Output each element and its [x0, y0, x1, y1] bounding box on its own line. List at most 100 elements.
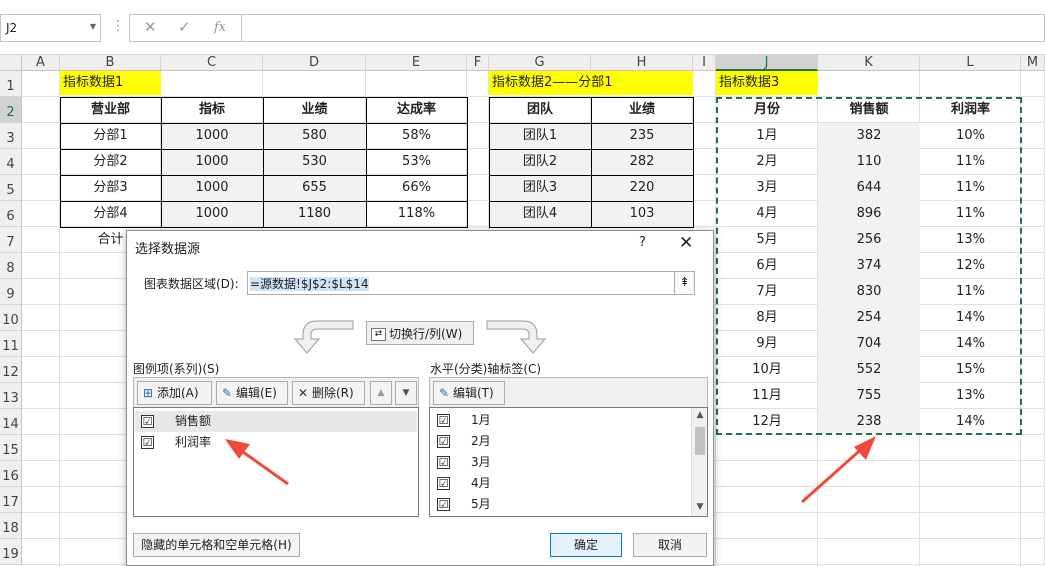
series-item-sales[interactable]: ☑ 销售额: [135, 411, 417, 432]
cell[interactable]: 12月: [716, 409, 818, 435]
edit-axis-labels-button[interactable]: ✎ 编辑(T): [433, 381, 505, 405]
cell[interactable]: 6月: [716, 253, 818, 279]
row-header[interactable]: 6: [0, 201, 22, 227]
column-header[interactable]: I: [693, 55, 716, 71]
cell[interactable]: 13%: [920, 383, 1021, 409]
axis-label-item[interactable]: ☑ 2月: [431, 431, 689, 452]
axis-label-item[interactable]: ☑ 1月: [431, 410, 689, 431]
cell[interactable]: 1180: [263, 201, 366, 227]
row-header[interactable]: 8: [0, 253, 22, 279]
cell[interactable]: 254: [818, 305, 920, 331]
switch-row-column-button[interactable]: ⇄ 切换行/列(W): [366, 321, 474, 345]
column-header[interactable]: A: [22, 55, 60, 71]
axis-label-checkbox[interactable]: ☑: [437, 477, 450, 490]
series-checkbox[interactable]: ☑: [141, 415, 154, 428]
cell[interactable]: 12%: [920, 253, 1021, 279]
cell[interactable]: 580: [263, 123, 366, 149]
scroll-thumb[interactable]: [695, 427, 705, 455]
collapse-dialog-icon[interactable]: ⇞: [674, 272, 694, 294]
cell[interactable]: 3月: [716, 175, 818, 201]
cell[interactable]: 220: [591, 175, 693, 201]
cell[interactable]: 月份: [716, 97, 818, 123]
row-header[interactable]: 9: [0, 279, 22, 305]
row-header[interactable]: 14: [0, 409, 22, 435]
cell[interactable]: 指标数据1: [60, 71, 161, 95]
row-header[interactable]: 7: [0, 227, 22, 253]
column-header[interactable]: M: [1021, 55, 1045, 71]
cell[interactable]: 830: [818, 279, 920, 305]
cell[interactable]: 9月: [716, 331, 818, 357]
cell[interactable]: 8月: [716, 305, 818, 331]
cell[interactable]: 达成率: [366, 97, 467, 123]
cell[interactable]: 指标数据3: [716, 71, 818, 95]
cell[interactable]: 11%: [920, 175, 1021, 201]
column-header[interactable]: J: [716, 55, 818, 71]
column-header[interactable]: C: [161, 55, 263, 71]
row-header[interactable]: 18: [0, 513, 22, 539]
column-header[interactable]: H: [591, 55, 693, 71]
cell[interactable]: 896: [818, 201, 920, 227]
cell[interactable]: 66%: [366, 175, 467, 201]
cell[interactable]: 分部2: [60, 149, 161, 175]
cell[interactable]: 团队1: [489, 123, 591, 149]
cell[interactable]: 团队4: [489, 201, 591, 227]
column-header[interactable]: L: [920, 55, 1021, 71]
cell[interactable]: 382: [818, 123, 920, 149]
axis-label-item[interactable]: ☑ 4月: [431, 473, 689, 494]
cell[interactable]: 团队3: [489, 175, 591, 201]
cell[interactable]: 1000: [161, 201, 263, 227]
cell[interactable]: 5月: [716, 227, 818, 253]
cell[interactable]: 利润率: [920, 97, 1021, 123]
scroll-up-icon[interactable]: ▲: [692, 408, 707, 423]
row-header[interactable]: 15: [0, 435, 22, 461]
scroll-down-icon[interactable]: ▼: [692, 500, 707, 515]
cell[interactable]: 11%: [920, 149, 1021, 175]
cell[interactable]: 53%: [366, 149, 467, 175]
cell[interactable]: 14%: [920, 331, 1021, 357]
row-header[interactable]: 4: [0, 149, 22, 175]
cell[interactable]: 235: [591, 123, 693, 149]
column-header[interactable]: D: [263, 55, 366, 71]
row-header[interactable]: 10: [0, 305, 22, 331]
ok-button[interactable]: 确定: [550, 533, 622, 557]
axis-list-scrollbar[interactable]: ▲ ▼: [691, 408, 707, 516]
series-item-profit-rate[interactable]: ☑ 利润率: [135, 432, 417, 453]
row-header[interactable]: 19: [0, 539, 22, 565]
row-header[interactable]: 13: [0, 383, 22, 409]
row-header[interactable]: 16: [0, 461, 22, 487]
cell[interactable]: 15%: [920, 357, 1021, 383]
help-button[interactable]: ?: [639, 235, 646, 250]
add-series-button[interactable]: ⊞ 添加(A): [137, 381, 212, 405]
row-header[interactable]: 17: [0, 487, 22, 513]
cell[interactable]: 业绩: [263, 97, 366, 123]
row-header[interactable]: 11: [0, 331, 22, 357]
cell[interactable]: 指标: [161, 97, 263, 123]
cell[interactable]: 11%: [920, 279, 1021, 305]
cell[interactable]: 10月: [716, 357, 818, 383]
select-all-corner[interactable]: [0, 55, 22, 71]
cell[interactable]: 10%: [920, 123, 1021, 149]
cell[interactable]: 58%: [366, 123, 467, 149]
cell[interactable]: 704: [818, 331, 920, 357]
cell[interactable]: 销售额: [818, 97, 920, 123]
row-header[interactable]: 5: [0, 175, 22, 201]
cell[interactable]: 1000: [161, 123, 263, 149]
cell[interactable]: 118%: [366, 201, 467, 227]
column-header[interactable]: E: [366, 55, 467, 71]
axis-label-checkbox[interactable]: ☑: [437, 456, 450, 469]
edit-series-button[interactable]: ✎ 编辑(E): [216, 381, 288, 405]
axis-label-checkbox[interactable]: ☑: [437, 498, 450, 511]
chart-range-input[interactable]: =源数据!$J$2:$L$14: [247, 271, 695, 295]
cell[interactable]: 14%: [920, 305, 1021, 331]
cell[interactable]: 530: [263, 149, 366, 175]
cell[interactable]: 业绩: [591, 97, 693, 123]
cell[interactable]: 655: [263, 175, 366, 201]
cell[interactable]: 103: [591, 201, 693, 227]
cell[interactable]: 282: [591, 149, 693, 175]
cell[interactable]: 2月: [716, 149, 818, 175]
cell[interactable]: 4月: [716, 201, 818, 227]
cell[interactable]: 256: [818, 227, 920, 253]
series-checkbox[interactable]: ☑: [141, 436, 154, 449]
cell[interactable]: 644: [818, 175, 920, 201]
column-header[interactable]: B: [60, 55, 161, 71]
